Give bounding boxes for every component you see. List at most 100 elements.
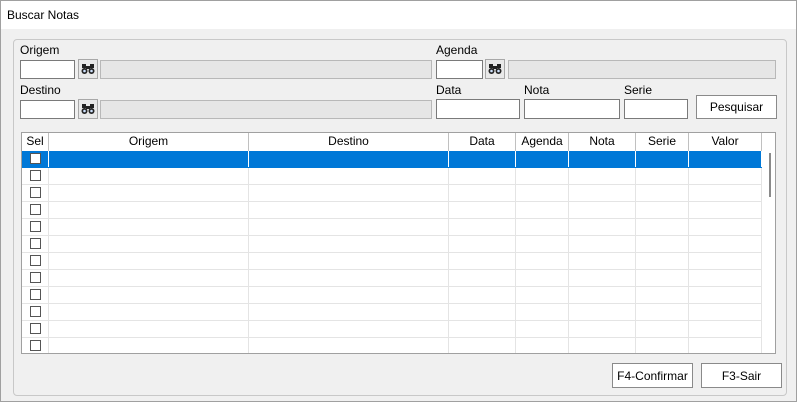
table-row[interactable] [22,202,762,219]
row-select-checkbox[interactable] [30,187,41,198]
buscar-notas-window: Buscar Notas Origem Agenda Destino Data … [0,0,797,402]
table-cell [516,338,569,353]
column-header-nota[interactable]: Nota [569,133,636,151]
table-row[interactable] [22,151,762,168]
destino-name-field [100,100,432,119]
confirmar-button[interactable]: F4-Confirmar [612,363,693,388]
table-cell [449,338,516,353]
table-cell [636,270,689,286]
table-cell [449,321,516,337]
table-row[interactable] [22,287,762,304]
table-cell [689,219,762,235]
sel-cell[interactable] [22,219,49,235]
table-row[interactable] [22,338,762,353]
table-cell [636,253,689,269]
pesquisar-button[interactable]: Pesquisar [696,95,777,119]
column-header-destino[interactable]: Destino [249,133,449,151]
table-cell [569,338,636,353]
title-bar[interactable]: Buscar Notas [1,1,796,29]
table-cell [449,202,516,218]
table-row[interactable] [22,236,762,253]
agenda-code-input[interactable] [436,60,483,79]
column-header-agenda[interactable]: Agenda [516,133,569,151]
table-cell [49,304,249,320]
column-header-origem[interactable]: Origem [49,133,249,151]
table-cell [689,287,762,303]
table-cell [569,151,636,167]
row-select-checkbox[interactable] [30,306,41,317]
row-select-checkbox[interactable] [30,238,41,249]
sel-cell[interactable] [22,321,49,337]
sel-cell[interactable] [22,202,49,218]
table-cell [569,202,636,218]
table-cell [569,287,636,303]
table-cell [689,185,762,201]
sel-cell[interactable] [22,236,49,252]
table-cell [449,270,516,286]
origem-search-button[interactable] [78,59,98,79]
sel-cell[interactable] [22,270,49,286]
nota-input[interactable] [524,99,620,119]
table-cell [516,236,569,252]
row-select-checkbox[interactable] [30,255,41,266]
table-row[interactable] [22,321,762,338]
sel-cell[interactable] [22,168,49,184]
row-select-checkbox[interactable] [30,170,41,181]
column-header-sel[interactable]: Sel [22,133,49,151]
destino-search-button[interactable] [78,99,98,119]
table-cell [569,253,636,269]
destino-code-input[interactable] [20,100,75,119]
table-cell [636,151,689,167]
column-header-serie[interactable]: Serie [636,133,689,151]
table-row[interactable] [22,270,762,287]
table-cell [49,321,249,337]
table-cell [249,168,449,184]
binoculars-icon [81,104,95,114]
row-select-checkbox[interactable] [30,340,41,351]
table-cell [636,321,689,337]
table-cell [249,321,449,337]
table-cell [569,236,636,252]
row-select-checkbox[interactable] [30,221,41,232]
sel-cell[interactable] [22,253,49,269]
table-row[interactable] [22,168,762,185]
origem-name-field [100,60,432,79]
row-select-checkbox[interactable] [30,289,41,300]
table-cell [636,338,689,353]
data-input[interactable] [436,99,520,119]
table-cell [249,236,449,252]
table-cell [49,287,249,303]
table-cell [249,151,449,167]
scrollbar-thumb[interactable] [769,153,771,197]
table-row[interactable] [22,304,762,321]
sair-button[interactable]: F3-Sair [701,363,782,388]
table-cell [449,151,516,167]
table-row[interactable] [22,253,762,270]
table-cell [449,185,516,201]
sel-cell[interactable] [22,185,49,201]
sel-cell[interactable] [22,304,49,320]
column-header-data[interactable]: Data [449,133,516,151]
notas-grid[interactable]: Sel Origem Destino Data Agenda Nota Serie Valor [21,132,776,354]
serie-input[interactable] [624,99,688,119]
table-cell [689,321,762,337]
table-cell [569,219,636,235]
row-select-checkbox[interactable] [30,204,41,215]
table-cell [569,185,636,201]
row-select-checkbox[interactable] [30,323,41,334]
sel-cell[interactable] [22,338,49,353]
origem-code-input[interactable] [20,60,75,79]
sel-cell[interactable] [22,151,49,167]
table-cell [249,185,449,201]
row-select-checkbox[interactable] [30,153,41,164]
row-select-checkbox[interactable] [30,272,41,283]
table-row[interactable] [22,219,762,236]
sel-cell[interactable] [22,287,49,303]
vertical-scrollbar[interactable] [765,151,775,353]
data-label: Data [436,83,462,97]
table-row[interactable] [22,185,762,202]
column-header-valor[interactable]: Valor [689,133,762,151]
agenda-search-button[interactable] [485,59,505,79]
table-cell [516,168,569,184]
table-cell [449,219,516,235]
